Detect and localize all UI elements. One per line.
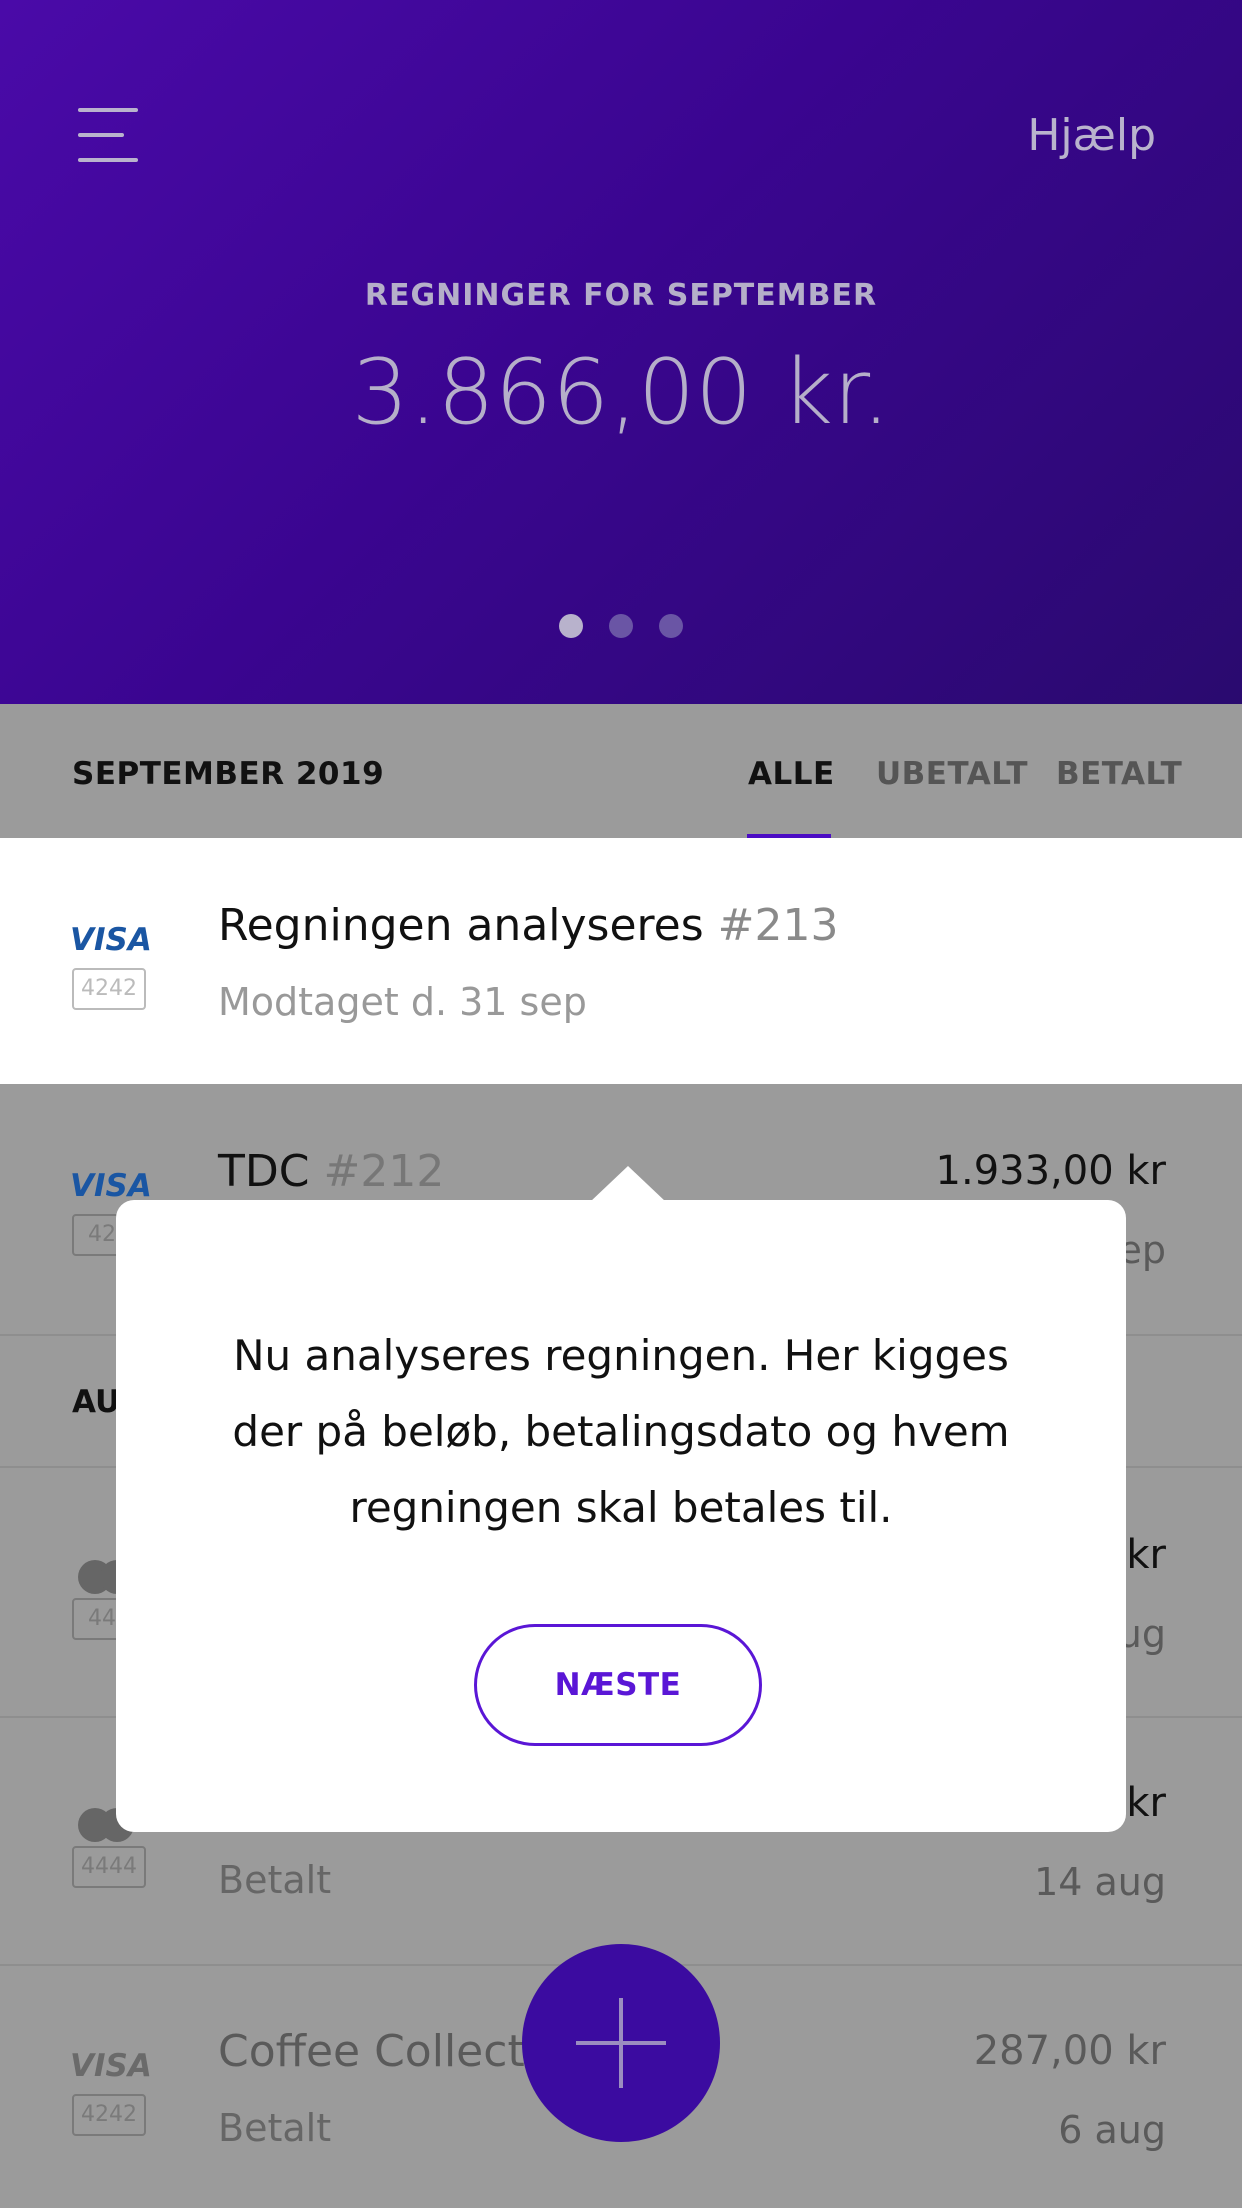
filter-bar: SEPTEMBER 2019 ALLE UBETALT BETALT bbox=[0, 704, 1242, 838]
month-label: SEPTEMBER 2019 bbox=[72, 756, 385, 792]
help-link[interactable]: Hjælp bbox=[1027, 110, 1156, 161]
tooltip-arrow bbox=[590, 1166, 666, 1202]
bill-title: TDC #212 bbox=[218, 1146, 444, 1197]
section-label-august: AU bbox=[72, 1384, 121, 1420]
page-indicator[interactable] bbox=[0, 614, 1242, 638]
bill-number: #213 bbox=[717, 900, 839, 951]
onboarding-tooltip: Nu analyseres regningen. Her kigges der … bbox=[116, 1200, 1126, 1832]
tab-paid[interactable]: BETALT bbox=[1056, 756, 1182, 792]
visa-icon: VISA bbox=[70, 1168, 152, 1204]
tab-unpaid[interactable]: UBETALT bbox=[876, 756, 1028, 792]
menu-icon[interactable] bbox=[78, 108, 140, 164]
bill-title-text: TDC bbox=[218, 1146, 310, 1197]
bill-amount: 1.933,00 kr bbox=[935, 1148, 1166, 1194]
page-dot-2[interactable] bbox=[609, 614, 633, 638]
bill-amount: 287,00 kr bbox=[973, 2028, 1166, 2074]
bill-amount: kr bbox=[1126, 1780, 1166, 1826]
bill-subtitle: Modtaget d. 31 sep bbox=[218, 980, 587, 1024]
card-last4: 4444 bbox=[72, 1846, 146, 1888]
bill-amount: kr bbox=[1126, 1532, 1166, 1578]
bill-row-analysing[interactable]: VISA 4242 Regningen analyseres #213 Modt… bbox=[0, 838, 1242, 1084]
bill-date: 14 aug bbox=[1034, 1860, 1166, 1904]
bill-status: Betalt bbox=[218, 2106, 332, 2150]
page-dot-1[interactable] bbox=[559, 614, 583, 638]
bill-number: #212 bbox=[323, 1146, 445, 1197]
add-bill-button[interactable] bbox=[522, 1944, 720, 2142]
visa-icon: VISA bbox=[70, 922, 152, 958]
card-last4: 4242 bbox=[72, 2094, 146, 2136]
tooltip-text: Nu analyseres regningen. Her kigges der … bbox=[232, 1331, 1010, 1532]
bill-date: 6 aug bbox=[1058, 2108, 1166, 2152]
bill-title: Regningen analyseres #213 bbox=[218, 900, 839, 951]
tab-all[interactable]: ALLE bbox=[748, 756, 835, 792]
total-amount: 3.866,00 kr. bbox=[351, 340, 891, 445]
plus-icon-vertical bbox=[619, 1998, 623, 2088]
card-last4: 4242 bbox=[72, 968, 146, 1010]
next-button[interactable]: NÆSTE bbox=[474, 1624, 762, 1746]
bill-title-text: Regningen analyseres bbox=[218, 900, 704, 951]
visa-icon: VISA bbox=[70, 2048, 152, 2084]
summary-header: Hjælp REGNINGER FOR SEPTEMBER 3.866,00 k… bbox=[0, 0, 1242, 704]
bill-title: Coffee Collecti bbox=[218, 2026, 537, 2077]
period-label: REGNINGER FOR SEPTEMBER bbox=[364, 278, 878, 313]
page-dot-3[interactable] bbox=[659, 614, 683, 638]
bill-status: Betalt bbox=[218, 1858, 332, 1902]
